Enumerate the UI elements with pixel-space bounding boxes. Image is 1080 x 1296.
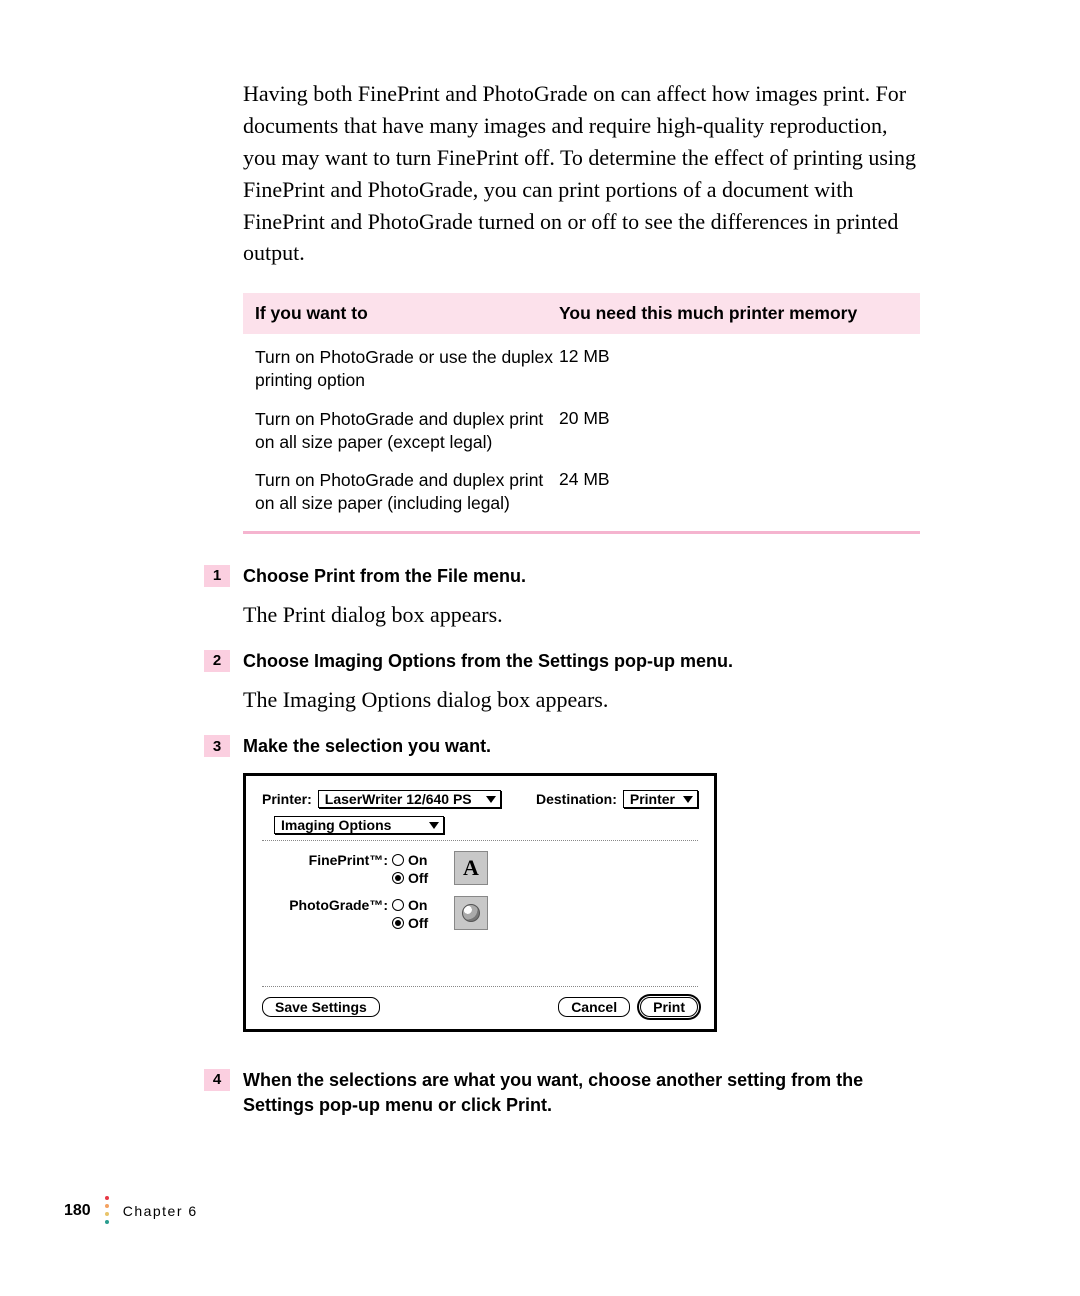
table-header-c1: If you want to [255,303,559,324]
dot-icon [105,1220,109,1224]
print-button[interactable]: Print [640,997,698,1017]
fineprint-label: FinePrint™: [262,851,392,868]
step-4: 4 When the selections are what you want,… [204,1068,920,1118]
table-row: Turn on PhotoGrade or use the duplex pri… [243,334,920,396]
table-header-row: If you want to You need this much printe… [243,293,920,334]
photograde-preview [454,896,488,930]
page-number: 180 [64,1202,91,1220]
step-number-badge: 2 [204,650,230,672]
step-title: Choose Imaging Options from the Settings… [243,649,733,674]
table-header-c2: You need this much printer memory [559,303,908,324]
table-cell: Turn on PhotoGrade and duplex print on a… [255,408,559,454]
table-row: Turn on PhotoGrade and duplex print on a… [243,457,920,519]
table-cell: 24 MB [559,469,908,515]
step-number-badge: 3 [204,735,230,757]
step-title: Make the selection you want. [243,734,491,759]
footer-dots-icon [105,1196,109,1226]
step-2: 2 Choose Imaging Options from the Settin… [204,649,920,674]
photograde-option-row: PhotoGrade™: On Off [262,896,698,932]
table-cell: Turn on PhotoGrade and duplex print on a… [255,469,559,515]
radio-icon [392,917,404,929]
radio-label: Off [408,869,428,887]
table-end-rule [243,531,920,534]
printer-label: Printer: [262,791,312,807]
chevron-down-icon [486,796,496,803]
table-row: Turn on PhotoGrade and duplex print on a… [243,396,920,458]
chapter-label: Chapter 6 [123,1203,198,1219]
memory-table: If you want to You need this much printe… [243,293,920,534]
settings-value: Imaging Options [281,817,391,833]
step-number-badge: 1 [204,565,230,587]
step-1-body: The Print dialog box appears. [243,599,920,631]
radio-icon [392,854,404,866]
radio-label: On [408,851,427,869]
radio-icon [392,872,404,884]
printer-value: LaserWriter 12/640 PS [325,791,472,807]
dot-icon [105,1196,109,1200]
printer-popup[interactable]: LaserWriter 12/640 PS [318,790,501,808]
intro-paragraph: Having both FinePrint and PhotoGrade on … [243,78,920,269]
fineprint-preview: A [454,851,488,885]
table-cell: 12 MB [559,346,908,392]
photograde-on-radio[interactable]: On [392,896,448,914]
fineprint-on-radio[interactable]: On [392,851,448,869]
settings-popup[interactable]: Imaging Options [274,816,444,834]
step-1: 1 Choose Print from the File menu. [204,564,920,589]
photograde-off-radio[interactable]: Off [392,914,448,932]
cancel-button[interactable]: Cancel [558,997,630,1017]
chevron-down-icon [429,822,439,829]
step-2-body: The Imaging Options dialog box appears. [243,684,920,716]
radio-icon [392,899,404,911]
fineprint-off-radio[interactable]: Off [392,869,448,887]
imaging-options-dialog: Printer: LaserWriter 12/640 PS Destinati… [243,773,920,1032]
step-title: When the selections are what you want, c… [243,1068,920,1118]
photograde-label: PhotoGrade™: [262,896,392,913]
dot-icon [105,1212,109,1216]
destination-label: Destination: [536,791,617,807]
globe-icon [462,904,480,922]
step-number-badge: 4 [204,1069,230,1091]
radio-label: Off [408,914,428,932]
table-cell: Turn on PhotoGrade or use the duplex pri… [255,346,559,392]
radio-label: On [408,896,427,914]
dot-icon [105,1204,109,1208]
page-footer: 180 Chapter 6 [64,1196,198,1226]
step-3: 3 Make the selection you want. [204,734,920,759]
chevron-down-icon [683,796,693,803]
destination-value: Printer [630,791,675,807]
fineprint-option-row: FinePrint™: On Off A [262,851,698,887]
save-settings-button[interactable]: Save Settings [262,997,380,1017]
step-title: Choose Print from the File menu. [243,564,526,589]
letter-a-icon: A [463,855,479,881]
destination-popup[interactable]: Printer [623,790,698,808]
table-cell: 20 MB [559,408,908,454]
